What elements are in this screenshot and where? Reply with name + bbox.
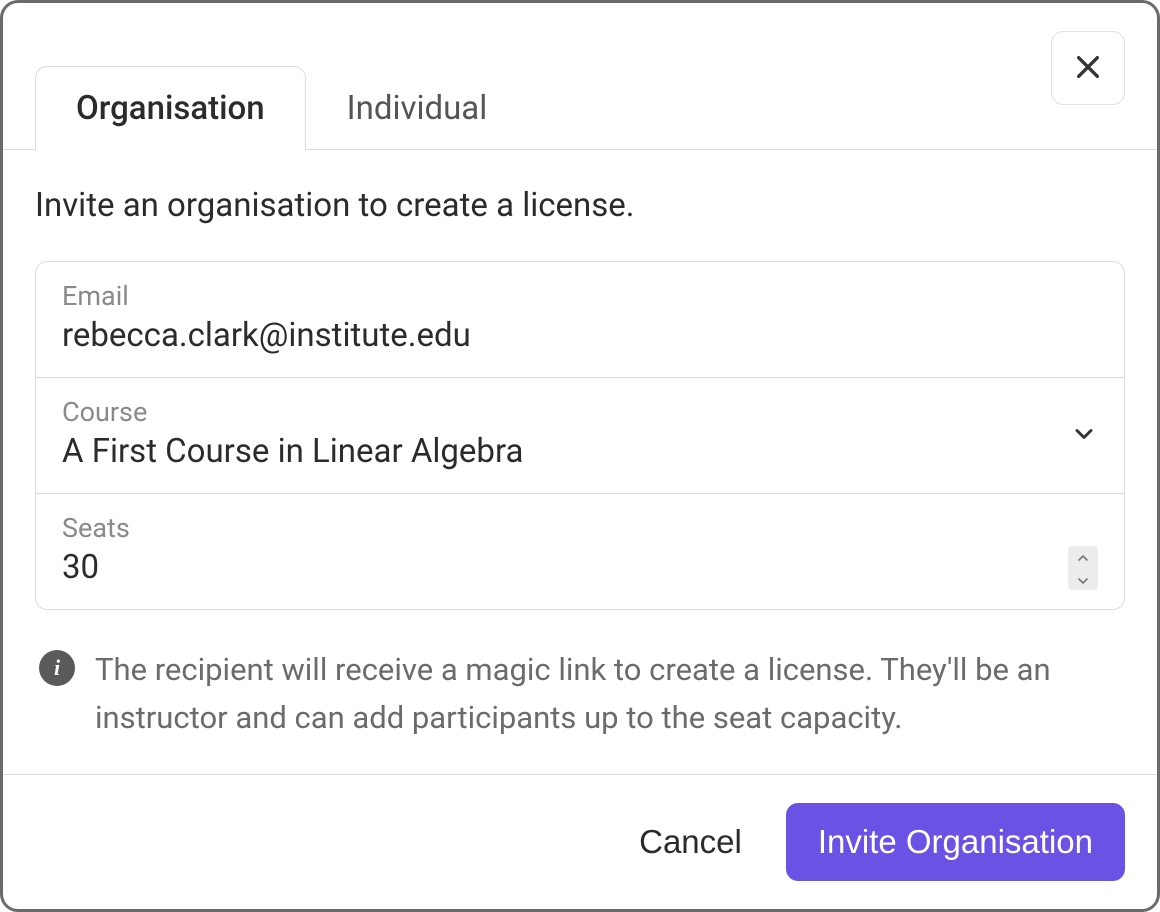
seats-field-wrap: Seats [36,494,1124,609]
invite-organisation-button[interactable]: Invite Organisation [786,803,1125,881]
course-select[interactable]: A First Course in Linear Algebra [62,432,1098,471]
course-field-wrap[interactable]: Course A First Course in Linear Algebra [36,378,1124,494]
seats-field[interactable] [62,548,1098,587]
modal-header: Organisation Individual [3,3,1157,150]
email-field-wrap: Email [36,262,1124,378]
chevron-up-icon [1077,547,1089,566]
info-row: i The recipient will receive a magic lin… [35,646,1125,742]
info-icon: i [39,650,75,686]
seats-stepper[interactable] [1068,546,1098,590]
close-button[interactable] [1051,31,1125,105]
modal-footer: Cancel Invite Organisation [3,774,1157,909]
tab-organisation[interactable]: Organisation [35,66,306,150]
invite-modal: Organisation Individual Invite an organi… [0,0,1160,912]
field-group: Email Course A First Course in Linear Al… [35,261,1125,610]
email-field[interactable] [62,316,1098,355]
tabs: Organisation Individual [3,3,1157,150]
course-value: A First Course in Linear Algebra [62,432,523,471]
tab-individual[interactable]: Individual [306,66,529,150]
chevron-down-icon [1070,420,1098,452]
chevron-down-icon [1077,570,1089,589]
subtitle: Invite an organisation to create a licen… [35,186,1125,225]
email-label: Email [62,280,1098,312]
cancel-button[interactable]: Cancel [635,815,746,869]
info-text: The recipient will receive a magic link … [95,646,1121,742]
close-icon [1072,51,1104,86]
course-label: Course [62,396,1098,428]
seats-label: Seats [62,512,1098,544]
modal-content: Invite an organisation to create a licen… [3,150,1157,774]
